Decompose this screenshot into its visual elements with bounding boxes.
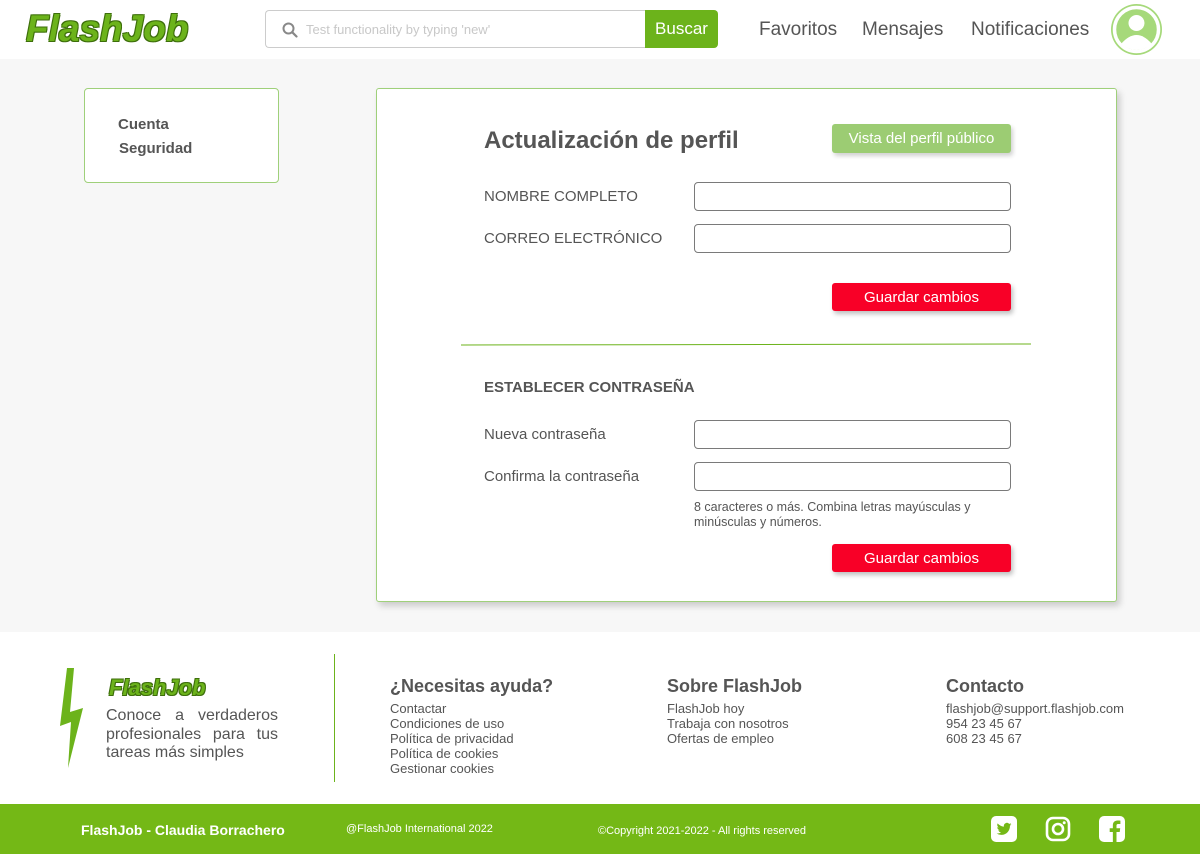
help-title: ¿Necesitas ayuda? [390, 676, 554, 696]
contact-title: Contacto [946, 676, 1024, 696]
nav-favoritos[interactable]: Favoritos [759, 19, 837, 41]
footer-link-trabaja[interactable]: Trabaja con nosotros [667, 716, 789, 731]
profile-card: Actualización de perfil Vista del perfil… [376, 88, 1117, 602]
confirm-password-label: Confirma la contraseña [484, 468, 640, 485]
full-name-field[interactable] [694, 182, 1011, 211]
contact-phone-1: 954 23 45 67 [946, 716, 1022, 731]
footer-link-hoy[interactable]: FlashJob hoy [667, 701, 789, 716]
about-title: Sobre FlashJob [667, 676, 803, 696]
new-password-field[interactable] [694, 420, 1011, 449]
settings-sidebar: Cuenta Seguridad [84, 88, 279, 183]
sidebar-item-seguridad[interactable]: Seguridad [119, 140, 192, 158]
search-icon [282, 22, 298, 38]
new-password-label: Nueva contraseña [484, 426, 606, 443]
lightning-bolt-icon [60, 668, 83, 768]
bottom-bar: FlashJob - Claudia Borrachero @FlashJob … [0, 804, 1200, 854]
instagram-icon[interactable] [1045, 816, 1071, 842]
nav-mensajes[interactable]: Mensajes [862, 19, 943, 41]
flashjob-logo[interactable]: FlashJob [26, 9, 188, 49]
email-label: CORREO ELECTRÓNICO [484, 230, 663, 247]
full-name-label: NOMBRE COMPLETO [484, 188, 638, 205]
about-links: FlashJob hoy Trabaja con nosotros Oferta… [667, 701, 789, 746]
password-hint: 8 caracteres o más. Combina letras mayús… [694, 500, 971, 529]
footer-tagline: Conoce a verdaderos profesionales para t… [106, 707, 278, 761]
avatar[interactable] [1111, 4, 1162, 55]
sidebar-item-cuenta[interactable]: Cuenta [118, 116, 169, 134]
confirm-password-field[interactable] [694, 462, 1011, 491]
contact-phone-2: 608 23 45 67 [946, 731, 1022, 746]
copyright: ©Copyright 2021-2022 - All rights reserv… [598, 825, 807, 837]
save-profile-button[interactable]: Guardar cambios [832, 283, 1011, 311]
footer: FlashJob Conoce a verdaderos profesional… [0, 632, 1200, 804]
footer-link-condiciones[interactable]: Condiciones de uso [390, 716, 514, 731]
footer-link-privacidad[interactable]: Política de privacidad [390, 731, 514, 746]
email-field[interactable] [694, 224, 1011, 253]
contact-email[interactable]: flashjob@support.flashjob.com [946, 701, 1124, 716]
footer-logo[interactable]: FlashJob [109, 676, 206, 700]
search-box [265, 10, 645, 48]
user-icon [1112, 5, 1161, 54]
password-section-title: ESTABLECER CONTRASEÑA [484, 379, 695, 396]
footer-link-gestionar-cookies[interactable]: Gestionar cookies [390, 761, 514, 776]
search-button[interactable]: Buscar [645, 10, 718, 48]
footer-link-ofertas[interactable]: Ofertas de empleo [667, 731, 789, 746]
page-title: Actualización de perfil [484, 127, 739, 154]
author-credit: FlashJob - Claudia Borrachero [81, 822, 285, 838]
save-password-button[interactable]: Guardar cambios [832, 544, 1011, 572]
international-credit: @FlashJob International 2022 [346, 823, 493, 835]
facebook-icon[interactable] [1099, 816, 1125, 842]
footer-link-contactar[interactable]: Contactar [390, 701, 514, 716]
footer-separator [334, 654, 335, 782]
twitter-icon[interactable] [991, 816, 1017, 842]
contact-list: flashjob@support.flashjob.com 954 23 45 … [946, 701, 1124, 746]
section-divider [460, 343, 1032, 346]
search-input[interactable] [306, 19, 636, 39]
help-links: Contactar Condiciones de uso Política de… [390, 701, 514, 776]
footer-link-cookies[interactable]: Política de cookies [390, 746, 514, 761]
public-profile-button[interactable]: Vista del perfil público [832, 124, 1011, 153]
top-header: FlashJob Buscar Favoritos Mensajes Notif… [0, 0, 1200, 59]
nav-notificaciones[interactable]: Notificaciones [971, 19, 1089, 41]
